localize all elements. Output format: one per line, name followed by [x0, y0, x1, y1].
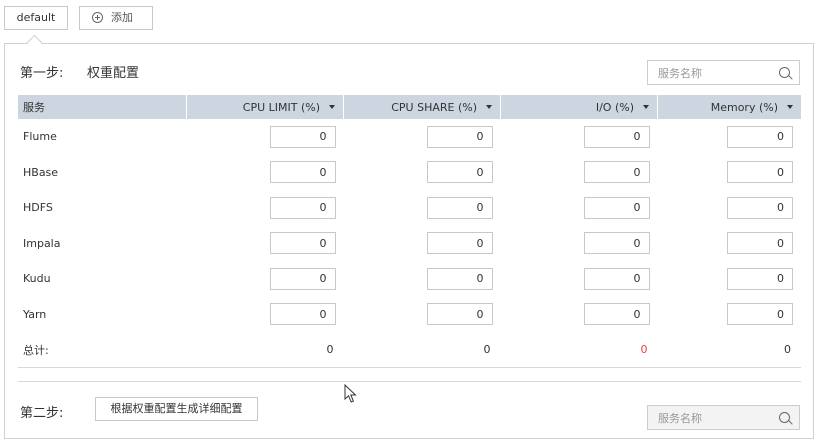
table-header-row: 服务 CPU LIMIT (%) CPU SHARE (%) I/O (%) M… [18, 95, 801, 119]
add-tab-label: 添加 [111, 11, 133, 24]
tab-bar: default 添加 [0, 0, 820, 36]
service-name: Yarn [23, 307, 47, 321]
service-name: HBase [23, 165, 59, 179]
cpu-limit-input[interactable] [269, 267, 336, 290]
service-search-box-disabled[interactable] [647, 405, 800, 430]
cpu-share-input[interactable] [426, 196, 493, 219]
service-search-input[interactable] [656, 62, 770, 85]
step2-label: 第二步: [20, 406, 64, 421]
cpu-share-input[interactable] [426, 161, 493, 184]
column-header-cpu-limit[interactable]: CPU LIMIT (%) [186, 95, 344, 119]
io-input[interactable] [583, 267, 650, 290]
table-row: Yarn [18, 297, 801, 333]
column-header-memory[interactable]: Memory (%) [658, 95, 802, 119]
search-icon[interactable] [779, 67, 790, 78]
service-name: Impala [23, 236, 61, 250]
io-input[interactable] [583, 125, 650, 148]
table-row: Flume [18, 119, 801, 155]
memory-input[interactable] [727, 267, 793, 290]
column-header-cpu-share[interactable]: CPU SHARE (%) [343, 95, 501, 119]
memory-input[interactable] [727, 232, 793, 255]
cpu-share-input[interactable] [426, 303, 493, 326]
search-icon[interactable] [779, 412, 790, 423]
cpu-share-input[interactable] [426, 267, 493, 290]
service-search-input-2[interactable] [656, 407, 770, 430]
cpu-share-input[interactable] [426, 232, 493, 255]
cpu-share-input[interactable] [426, 125, 493, 148]
service-name: Kudu [23, 272, 51, 286]
plus-circle-icon [92, 12, 103, 23]
io-input[interactable] [583, 232, 650, 255]
column-header-service: 服务 [18, 95, 187, 119]
table-row: HBase [18, 155, 801, 191]
io-input[interactable] [583, 196, 650, 219]
generate-config-button[interactable]: 根据权重配置生成详细配置 [95, 397, 258, 421]
add-tab-button[interactable]: 添加 [79, 6, 153, 30]
arrow-down-icon[interactable] [329, 104, 335, 109]
cpu-limit-input[interactable] [269, 161, 336, 184]
column-header-io[interactable]: I/O (%) [500, 95, 658, 119]
total-label: 总计: [18, 332, 187, 368]
cpu-limit-input[interactable] [269, 196, 336, 219]
total-cpu-limit: 0 [186, 332, 344, 368]
total-row: 总计: 0 0 0 0 [18, 332, 801, 368]
cpu-limit-input[interactable] [269, 125, 336, 148]
io-input[interactable] [583, 161, 650, 184]
io-input[interactable] [583, 303, 650, 326]
arrow-down-icon[interactable] [787, 104, 793, 109]
memory-input[interactable] [727, 161, 793, 184]
table-row: Impala [18, 226, 801, 262]
service-search-box[interactable] [647, 60, 800, 85]
total-cpu-share: 0 [343, 332, 501, 368]
total-io: 0 [500, 332, 658, 368]
total-memory: 0 [657, 332, 801, 368]
arrow-down-icon[interactable] [486, 104, 492, 109]
memory-input[interactable] [727, 303, 793, 326]
step1-label: 第一步: [20, 66, 64, 81]
section-divider [18, 381, 801, 382]
memory-input[interactable] [727, 125, 793, 148]
tab-default[interactable]: default [4, 6, 68, 30]
weights-table: 服务 CPU LIMIT (%) CPU SHARE (%) I/O (%) M… [18, 95, 801, 368]
service-name: Flume [23, 130, 57, 144]
cpu-limit-input[interactable] [269, 232, 336, 255]
cpu-limit-input[interactable] [269, 303, 336, 326]
table-row: HDFS [18, 190, 801, 226]
table-row: Kudu [18, 261, 801, 297]
memory-input[interactable] [727, 196, 793, 219]
service-name: HDFS [23, 201, 53, 215]
arrow-down-icon[interactable] [643, 104, 649, 109]
mouse-cursor-icon [344, 384, 357, 403]
step1-title: 权重配置 [87, 66, 140, 81]
